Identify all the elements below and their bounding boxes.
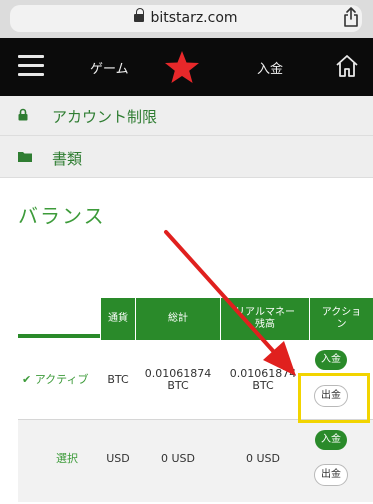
menu-item-label: アカウント制限	[52, 108, 158, 126]
real-balance-cell: 0.01061874 BTC	[229, 367, 297, 392]
select-link[interactable]: 選択	[56, 453, 78, 465]
withdraw-button[interactable]: 出金	[314, 464, 348, 486]
total-cell: 0 USD	[161, 452, 195, 465]
menu-item-account-restrictions[interactable]: アカウント制限	[0, 96, 373, 136]
table-header-strip	[18, 334, 100, 338]
home-icon[interactable]	[335, 54, 359, 78]
currency-cell: USD	[106, 452, 130, 465]
nav-deposit-link[interactable]: 入金	[257, 58, 283, 77]
folder-icon	[18, 152, 32, 162]
menu-item-documents[interactable]: 書類	[0, 136, 373, 178]
status-active: ✔ アクティブ	[22, 373, 89, 386]
star-logo-icon[interactable]	[164, 50, 200, 84]
header-action: アクション	[310, 298, 373, 340]
header-total: 総計	[136, 298, 220, 340]
header-real-money-balance: リアルマネー残高	[221, 298, 309, 340]
total-cell: 0.01061874 BTC	[144, 367, 212, 392]
highlight-box	[298, 373, 370, 423]
lock-icon	[134, 8, 145, 23]
check-icon: ✔	[22, 373, 32, 386]
url-text: bitstarz.com	[10, 8, 362, 26]
menu-item-label: 書類	[52, 150, 83, 168]
header-currency: 通貨	[101, 298, 135, 340]
nav-game-link[interactable]: ゲーム	[90, 58, 129, 77]
currency-cell: BTC	[107, 373, 129, 386]
deposit-button[interactable]: 入金	[315, 350, 347, 370]
share-icon[interactable]	[343, 7, 359, 27]
site-navbar: ゲーム 入金	[0, 38, 373, 96]
hamburger-menu-icon[interactable]	[18, 55, 44, 77]
deposit-button[interactable]: 入金	[315, 430, 347, 450]
lock-icon	[18, 108, 28, 121]
url-field[interactable]: bitstarz.com	[10, 5, 362, 32]
browser-address-bar: bitstarz.com	[0, 0, 373, 38]
real-balance-cell: 0 USD	[246, 452, 280, 465]
balance-heading: バランス	[18, 204, 106, 228]
